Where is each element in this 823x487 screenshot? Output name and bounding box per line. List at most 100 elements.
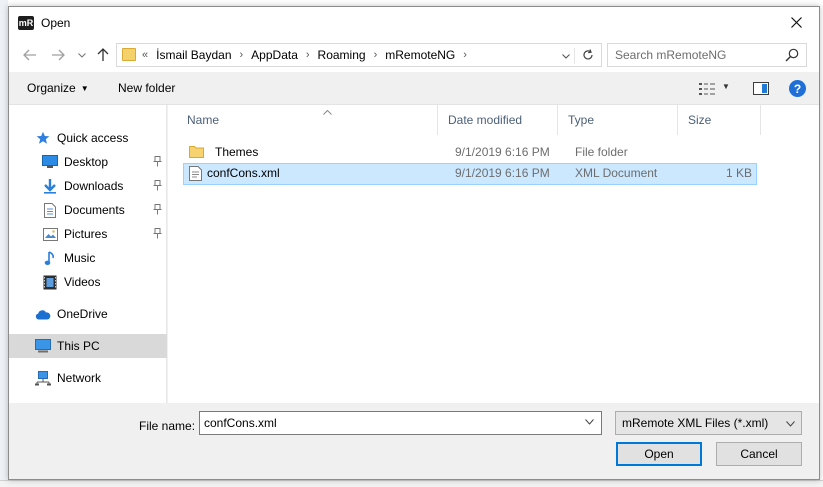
column-header-label: Size: [688, 113, 712, 127]
column-header-label: Date modified: [448, 113, 523, 127]
sidebar-item-label: Pictures: [64, 227, 108, 241]
sidebar-item-label: Quick access: [57, 131, 129, 145]
help-icon[interactable]: ?: [789, 80, 806, 97]
file-size: 1 KB: [725, 166, 752, 180]
breadcrumb: « İsmail Baydan › AppData › Roaming › mR…: [142, 48, 475, 62]
file-row-themes[interactable]: Themes 9/1/2019 6:16 PM File folder: [183, 142, 757, 164]
chevron-right-icon[interactable]: ›: [463, 49, 467, 61]
refresh-icon: [583, 49, 593, 60]
breadcrumb-item[interactable]: Roaming: [318, 48, 366, 62]
up-button[interactable]: [94, 46, 112, 64]
sidebar-item-documents[interactable]: Documents: [9, 198, 167, 222]
chevron-right-icon[interactable]: ›: [306, 49, 310, 61]
file-name: confCons.xml: [207, 166, 280, 180]
search-icon[interactable]: [785, 48, 799, 62]
document-icon: [42, 202, 58, 218]
view-options-icon[interactable]: [699, 83, 715, 95]
file-type: File folder: [575, 145, 628, 159]
forward-button[interactable]: [49, 46, 67, 64]
file-name: Themes: [215, 145, 259, 159]
sidebar-item-network[interactable]: Network: [9, 366, 167, 390]
sidebar-item-videos[interactable]: Videos: [9, 270, 167, 294]
column-header-type[interactable]: Type: [558, 105, 678, 135]
file-date: 9/1/2019 6:16 PM: [455, 166, 550, 180]
chevron-down-icon[interactable]: [585, 419, 594, 425]
cancel-button[interactable]: Cancel: [716, 442, 802, 466]
navigation-pane[interactable]: Quick access Desktop Downloads Documents: [9, 105, 167, 403]
close-icon: [790, 17, 802, 28]
navigation-bar: « İsmail Baydan › AppData › Roaming › mR…: [9, 38, 819, 72]
search-input[interactable]: [607, 43, 807, 67]
open-button[interactable]: Open: [616, 442, 702, 466]
file-list[interactable]: Name Date modified Type Size Themes 9/1/…: [168, 105, 819, 403]
folder-icon: [189, 146, 204, 158]
command-toolbar: Organize ▼ New folder ▼ ?: [9, 72, 819, 105]
view-dropdown-caret-icon[interactable]: ▼: [722, 82, 730, 91]
folder-icon: [122, 48, 136, 61]
sidebar-item-quick-access[interactable]: Quick access: [9, 126, 167, 150]
file-type-select[interactable]: mRemote XML Files (*.xml): [615, 411, 802, 435]
mremoteng-app-icon: mR: [18, 16, 34, 30]
pin-icon[interactable]: [153, 156, 162, 167]
file-name-input[interactable]: [199, 411, 602, 435]
chevron-down-icon: [786, 421, 795, 427]
sidebar-item-this-pc[interactable]: This PC: [9, 334, 167, 358]
sidebar-item-desktop[interactable]: Desktop: [9, 150, 167, 174]
organize-label: Organize: [27, 81, 76, 95]
preview-pane-icon[interactable]: [753, 82, 769, 95]
open-file-dialog: mR Open « İsmail Baydan › AppData › Roam…: [8, 6, 820, 480]
arrow-up-icon: [97, 48, 109, 61]
column-header-size[interactable]: Size: [678, 105, 761, 135]
address-bar[interactable]: « İsmail Baydan › AppData › Roaming › mR…: [116, 43, 602, 67]
desktop-icon: [42, 154, 58, 170]
sidebar-item-onedrive[interactable]: OneDrive: [9, 302, 167, 326]
arrow-left-icon: [23, 49, 36, 61]
recent-locations-dropdown[interactable]: [73, 46, 91, 64]
sidebar-item-downloads[interactable]: Downloads: [9, 174, 167, 198]
file-type: XML Document: [575, 166, 658, 180]
sort-ascending-icon: [323, 110, 332, 115]
new-folder-button[interactable]: New folder: [118, 81, 175, 95]
pin-icon[interactable]: [153, 228, 162, 239]
sidebar-item-pictures[interactable]: Pictures: [9, 222, 167, 246]
pin-icon[interactable]: [153, 180, 162, 191]
picture-icon: [42, 226, 58, 242]
computer-icon: [35, 338, 51, 354]
file-type-value: mRemote XML Files (*.xml): [622, 416, 769, 430]
address-history-dropdown[interactable]: [557, 48, 575, 64]
pin-icon[interactable]: [153, 204, 162, 215]
close-button[interactable]: [773, 7, 819, 38]
network-icon: [35, 370, 51, 386]
chevron-right-icon[interactable]: ›: [240, 49, 244, 61]
column-header-name[interactable]: Name: [177, 105, 438, 135]
column-header-label: Type: [568, 113, 595, 127]
file-row-confcons[interactable]: confCons.xml 9/1/2019 6:16 PM XML Docume…: [183, 163, 757, 185]
file-date: 9/1/2019 6:16 PM: [455, 145, 550, 159]
breadcrumb-item[interactable]: İsmail Baydan: [156, 48, 231, 62]
window-title: Open: [41, 16, 71, 30]
refresh-button[interactable]: [579, 47, 597, 63]
sidebar-item-label: This PC: [57, 339, 100, 353]
breadcrumb-overflow[interactable]: «: [142, 49, 148, 61]
music-icon: [42, 250, 58, 266]
sidebar-item-label: Videos: [64, 275, 101, 289]
column-header-date-modified[interactable]: Date modified: [438, 105, 558, 135]
sidebar-item-label: Desktop: [64, 155, 109, 169]
sidebar-item-music[interactable]: Music: [9, 246, 167, 270]
title-bar: mR Open: [9, 7, 819, 38]
sidebar-item-label: Network: [57, 371, 102, 385]
organize-button[interactable]: Organize ▼: [27, 81, 89, 95]
sidebar-item-label: Music: [64, 251, 96, 265]
dialog-footer: File name: mRemote XML Files (*.xml) Ope…: [9, 403, 819, 479]
back-button[interactable]: [21, 46, 39, 64]
download-icon: [42, 178, 58, 194]
xml-file-icon: [189, 166, 202, 181]
breadcrumb-item[interactable]: mRemoteNG: [385, 48, 455, 62]
caret-down-icon: ▼: [80, 84, 89, 93]
chevron-right-icon[interactable]: ›: [374, 49, 378, 61]
breadcrumb-item[interactable]: AppData: [251, 48, 298, 62]
arrow-right-icon: [52, 49, 65, 61]
column-header-label: Name: [187, 113, 220, 127]
chevron-down-icon: [78, 52, 86, 58]
chevron-down-icon: [561, 53, 570, 59]
